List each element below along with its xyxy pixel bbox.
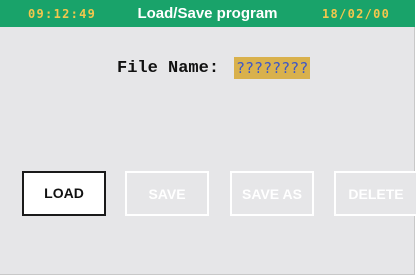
clock-date: 18/02/00 (322, 7, 391, 21)
delete-button[interactable]: DELETE (334, 171, 418, 216)
load-button[interactable]: LOAD (22, 171, 106, 216)
file-name-label: File Name: (117, 59, 220, 78)
save-as-button[interactable]: SAVE AS (230, 171, 314, 216)
program-screen: 09:12:49 Load/Save program 18/02/00 File… (0, 0, 418, 275)
title-bar: 09:12:49 Load/Save program 18/02/00 (0, 0, 415, 27)
file-name-field[interactable]: ???????? (234, 57, 311, 79)
save-button[interactable]: SAVE (125, 171, 209, 216)
